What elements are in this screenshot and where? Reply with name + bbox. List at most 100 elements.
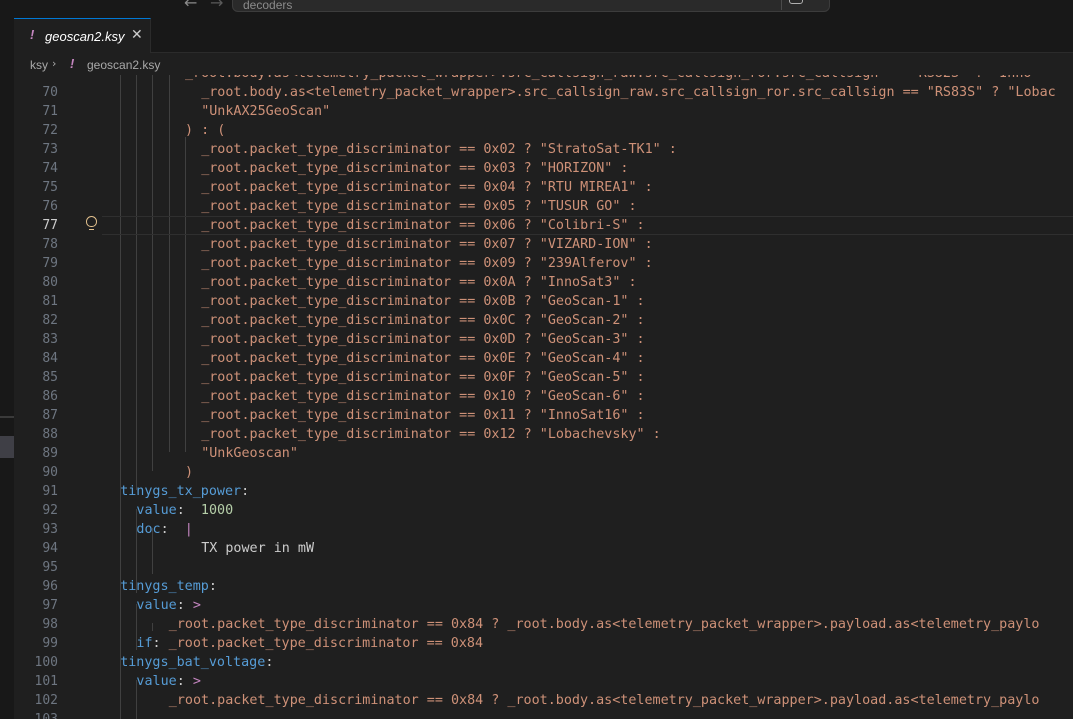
close-icon[interactable]: ✕: [131, 27, 143, 43]
code-text: tinygs_temp:: [120, 577, 217, 596]
code-line[interactable]: 72 ) : (: [14, 121, 1073, 140]
code-line[interactable]: 103: [14, 710, 1073, 719]
code-text: _root.packet_type_discriminator == 0x0E …: [201, 351, 645, 366]
line-number[interactable]: 97: [14, 596, 58, 615]
chevron-down-icon[interactable]: ⌄: [813, 0, 821, 2]
code-line[interactable]: 77 _root.packet_type_discriminator == 0x0…: [14, 216, 1073, 235]
line-number[interactable]: 80: [14, 273, 58, 292]
yaml-block-indicator: >: [192, 674, 201, 689]
code-line[interactable]: 89 "UnkGeoscan": [14, 444, 1073, 463]
line-number[interactable]: 101: [14, 672, 58, 691]
line-number[interactable]: 74: [14, 159, 58, 178]
line-number[interactable]: 89: [14, 444, 58, 463]
code-line[interactable]: 95: [14, 558, 1073, 577]
line-number[interactable]: 72: [14, 121, 58, 140]
tab-geoscan2-ksy[interactable]: ! geoscan2.ksy ✕: [14, 18, 151, 53]
yaml-colon: :: [265, 655, 274, 670]
yaml-number: 1000: [200, 503, 234, 518]
line-number[interactable]: 88: [14, 425, 58, 444]
code-line[interactable]: 91 tinygs_tx_power:: [14, 482, 1073, 501]
chevron-right-icon: ›: [52, 57, 57, 70]
code-text: _root.packet_type_discriminator == 0x02 …: [201, 142, 677, 157]
code-line[interactable]: 76 _root.packet_type_discriminator == 0x0…: [14, 197, 1073, 216]
line-number[interactable]: 103: [14, 710, 58, 719]
code-editor[interactable]: _root.body.as<telemetry_packet_wrapper>.…: [14, 75, 1073, 719]
code-line[interactable]: 82 _root.packet_type_discriminator == 0x0…: [14, 311, 1073, 330]
yaml-colon: :: [176, 503, 201, 518]
editor-tab-bar: ! geoscan2.ksy ✕: [14, 18, 1073, 53]
line-number[interactable]: 76: [14, 197, 58, 216]
code-line[interactable]: 71 "UnkAX25GeoScan": [14, 102, 1073, 121]
line-number[interactable]: 78: [14, 235, 58, 254]
code-line[interactable]: 74 _root.packet_type_discriminator == 0x0…: [14, 159, 1073, 178]
code-text: ) : (: [185, 123, 226, 138]
line-number[interactable]: 82: [14, 311, 58, 330]
line-number[interactable]: 102: [14, 691, 58, 710]
line-number[interactable]: 84: [14, 349, 58, 368]
line-number[interactable]: 77: [14, 216, 58, 235]
line-number[interactable]: 99: [14, 634, 58, 653]
activity-divider: [0, 416, 14, 418]
code-line[interactable]: 84 _root.packet_type_discriminator == 0x0…: [14, 349, 1073, 368]
line-number[interactable]: 87: [14, 406, 58, 425]
code-line[interactable]: 97 value: >: [14, 596, 1073, 615]
code-line[interactable]: 75 _root.packet_type_discriminator == 0x0…: [14, 178, 1073, 197]
breadcrumb-folder[interactable]: ksy: [30, 58, 48, 72]
code-line[interactable]: 80 _root.packet_type_discriminator == 0x0…: [14, 273, 1073, 292]
code-line[interactable]: 101 value: >: [14, 672, 1073, 691]
code-line[interactable]: 93 doc: |: [14, 520, 1073, 539]
line-number[interactable]: 91: [14, 482, 58, 501]
code-line[interactable]: _root.body.as<telemetry_packet_wrapper>.…: [14, 75, 1073, 83]
arrow-left-icon[interactable]: ←: [184, 0, 197, 12]
code-line[interactable]: 86 _root.packet_type_discriminator == 0x1…: [14, 387, 1073, 406]
code-line[interactable]: 102 _root.packet_type_discriminator == 0x…: [14, 691, 1073, 710]
line-number[interactable]: 98: [14, 615, 58, 634]
line-number[interactable]: 71: [14, 102, 58, 121]
line-number[interactable]: 95: [14, 558, 58, 577]
line-number[interactable]: 75: [14, 178, 58, 197]
code-line[interactable]: 88 _root.packet_type_discriminator == 0x1…: [14, 425, 1073, 444]
code-line[interactable]: 94 TX power in mW: [14, 539, 1073, 558]
line-number[interactable]: 83: [14, 330, 58, 349]
code-text: _root.packet_type_discriminator == 0x11 …: [201, 408, 645, 423]
activity-indicator[interactable]: [0, 436, 14, 458]
code-line[interactable]: 85 _root.packet_type_discriminator == 0x0…: [14, 368, 1073, 387]
code-text: ): [185, 465, 194, 480]
code-line[interactable]: 96 tinygs_temp:: [14, 577, 1073, 596]
yaml-block-indicator: |: [184, 522, 193, 537]
title-bar: ← → decoders ⌄: [0, 0, 1073, 18]
code-line[interactable]: 98 _root.packet_type_discriminator == 0x8…: [14, 615, 1073, 634]
yaml-file-icon: !: [30, 27, 35, 42]
code-line[interactable]: 78 _root.packet_type_discriminator == 0x0…: [14, 235, 1073, 254]
yaml-colon: :: [241, 484, 250, 499]
line-number[interactable]: 85: [14, 368, 58, 387]
line-number[interactable]: 81: [14, 292, 58, 311]
yaml-colon: :: [152, 636, 169, 651]
code-line[interactable]: 73 _root.packet_type_discriminator == 0x0…: [14, 140, 1073, 159]
code-line[interactable]: 81 _root.packet_type_discriminator == 0x0…: [14, 292, 1073, 311]
line-number[interactable]: 79: [14, 254, 58, 273]
code-line[interactable]: 79 _root.packet_type_discriminator == 0x0…: [14, 254, 1073, 273]
code-line[interactable]: 90): [14, 463, 1073, 482]
line-number[interactable]: 92: [14, 501, 58, 520]
breadcrumb-file[interactable]: geoscan2.ksy: [87, 58, 160, 72]
command-center-search[interactable]: decoders ⌄: [232, 0, 830, 12]
code-line[interactable]: 92 value: 1000: [14, 501, 1073, 520]
line-number[interactable]: 93: [14, 520, 58, 539]
yaml-colon: :: [176, 674, 193, 689]
code-line[interactable]: 70 _root.body.as<telemetry_packet_wrapper…: [14, 83, 1073, 102]
line-number[interactable]: 86: [14, 387, 58, 406]
yaml-file-icon: !: [70, 56, 75, 71]
code-line[interactable]: 99 if: _root.packet_type_discriminator ==…: [14, 634, 1073, 653]
line-number[interactable]: 96: [14, 577, 58, 596]
line-number[interactable]: 90: [14, 463, 58, 482]
line-number[interactable]: 100: [14, 653, 58, 672]
line-number[interactable]: 73: [14, 140, 58, 159]
line-number[interactable]: 70: [14, 83, 58, 102]
line-number[interactable]: 94: [14, 539, 58, 558]
code-line[interactable]: 87 _root.packet_type_discriminator == 0x1…: [14, 406, 1073, 425]
code-line[interactable]: 83 _root.packet_type_discriminator == 0x0…: [14, 330, 1073, 349]
arrow-right-icon[interactable]: →: [210, 0, 223, 12]
chat-icon[interactable]: [789, 0, 803, 4]
code-line[interactable]: 100 tinygs_bat_voltage:: [14, 653, 1073, 672]
